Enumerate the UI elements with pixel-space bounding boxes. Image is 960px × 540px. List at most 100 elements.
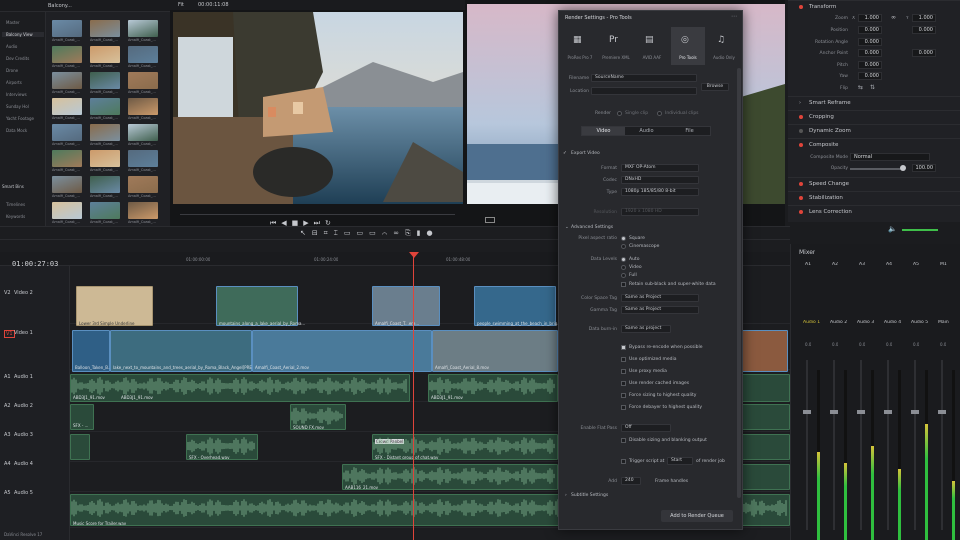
- codec-select[interactable]: DNxHD: [621, 176, 699, 184]
- bin-item-selected[interactable]: Balcony View: [2, 32, 44, 37]
- render-option-checkbox[interactable]: [621, 369, 626, 374]
- cinemascope-radio[interactable]: [621, 244, 626, 249]
- link-icon[interactable]: ∞: [891, 14, 896, 21]
- title-clip[interactable]: Lower 3rd Simple Underline: [76, 286, 153, 326]
- clip-thumbnail[interactable]: [128, 98, 158, 115]
- video-clip[interactable]: Amalfi_Coast_T...ere...: [372, 286, 440, 326]
- enabled-dot-icon[interactable]: [799, 143, 803, 147]
- video-radio[interactable]: [621, 265, 626, 270]
- filename-input[interactable]: SourceName: [591, 74, 697, 82]
- clip-thumbnail[interactable]: [90, 46, 120, 63]
- composite-mode-select[interactable]: Normal: [850, 153, 930, 161]
- inspector-dynamic-zoom[interactable]: Dynamic Zoom: [788, 124, 960, 136]
- preset-2[interactable]: ▤ AVID AAF: [635, 27, 669, 65]
- render-option-checkbox[interactable]: [621, 381, 626, 386]
- location-input[interactable]: [591, 87, 697, 95]
- flip-horizontal-icon[interactable]: ⇆: [858, 84, 863, 91]
- clip-thumbnail[interactable]: [90, 150, 120, 167]
- video-clip[interactable]: Amalfi_Coast_Aerial_8.mov: [432, 330, 558, 372]
- enabled-dot-icon[interactable]: [799, 210, 803, 214]
- volume-slider[interactable]: [902, 229, 938, 231]
- channel-fader[interactable]: [860, 360, 862, 530]
- preset-3[interactable]: ◎ Pro Tools: [671, 27, 705, 65]
- bin-item[interactable]: Airports: [6, 80, 22, 85]
- viewer-scrubber[interactable]: [180, 214, 455, 215]
- preset-0[interactable]: ▦ ProRes Pro 7: [563, 27, 597, 65]
- inspector-lens-correction[interactable]: Lens Correction: [788, 205, 960, 217]
- enabled-dot-icon[interactable]: [799, 115, 803, 119]
- data-burn-select[interactable]: Same as project: [621, 325, 671, 333]
- opacity-field[interactable]: 100.00: [912, 164, 936, 172]
- clip-thumbnail[interactable]: [52, 20, 82, 37]
- viewer2-safe-icon[interactable]: [485, 217, 495, 223]
- render-option-checkbox[interactable]: [621, 393, 626, 398]
- zoom-x-field[interactable]: 1.000: [858, 14, 882, 22]
- inspector-stabilization[interactable]: Stabilization: [788, 191, 960, 203]
- clip-thumbnail[interactable]: [90, 202, 120, 219]
- enabled-dot-icon[interactable]: [799, 196, 803, 200]
- channel-fader-handle[interactable]: [857, 410, 865, 414]
- trigger-script-checkbox[interactable]: [621, 459, 626, 464]
- auto-radio[interactable]: [621, 257, 626, 262]
- video-clip[interactable]: mountains_along_a_lake_aerial_by_Roma...: [216, 286, 305, 326]
- speaker-icon[interactable]: 🔈: [888, 225, 897, 233]
- clip-thumbnail[interactable]: [52, 202, 82, 219]
- enable-flat-pass-select[interactable]: Off: [621, 424, 671, 432]
- more-options-icon[interactable]: ⋯: [731, 13, 737, 20]
- clip-thumbnail[interactable]: [52, 150, 82, 167]
- playhead[interactable]: [413, 252, 414, 540]
- channel-fader-handle[interactable]: [911, 410, 919, 414]
- clip-thumbnail[interactable]: [90, 72, 120, 89]
- zoom-y-field[interactable]: 1.000: [912, 14, 936, 22]
- preset-1[interactable]: Pr Premiere XML: [599, 27, 633, 65]
- render-dialog-scrollbar[interactable]: [737, 68, 741, 498]
- clip-thumbnail[interactable]: [52, 72, 82, 89]
- trigger-when-select[interactable]: Start: [667, 457, 693, 465]
- enabled-dot-icon[interactable]: [799, 182, 803, 186]
- channel-fader[interactable]: [806, 360, 808, 530]
- rotation-field[interactable]: 0.000: [858, 38, 882, 46]
- inspector-smart-reframe[interactable]: › Smart Reframe: [788, 96, 960, 108]
- inspector-speed-change[interactable]: Speed Change: [788, 177, 960, 189]
- anchor-y-field[interactable]: 0.000: [912, 49, 936, 57]
- clip-thumbnail[interactable]: [128, 176, 158, 193]
- format-select[interactable]: MXF OP-Atom: [621, 164, 699, 172]
- channel-fader-handle[interactable]: [803, 410, 811, 414]
- channel-fader[interactable]: [914, 360, 916, 530]
- render-option-checkbox[interactable]: [621, 357, 626, 362]
- bin-item[interactable]: Drone: [6, 68, 18, 73]
- opacity-slider-handle[interactable]: [900, 165, 906, 171]
- position-y-field[interactable]: 0.000: [912, 26, 936, 34]
- video-clip[interactable]: Amalfi_Coast_Aerial_2.mov: [252, 330, 432, 372]
- clip-thumbnail[interactable]: [128, 46, 158, 63]
- video-clip[interactable]: people_swimming_at_the_beach_in_brig...: [474, 286, 561, 326]
- resolution-select[interactable]: 1920 x 1080 HD: [621, 208, 699, 216]
- flip-vertical-icon[interactable]: ⇅: [870, 84, 875, 91]
- inspector-cropping[interactable]: Cropping: [788, 110, 960, 122]
- smart-bin-item[interactable]: Timelines: [6, 202, 25, 207]
- disable-sizing-checkbox[interactable]: [621, 438, 626, 443]
- inspector-transform[interactable]: Transform: [788, 0, 960, 12]
- full-radio[interactable]: [621, 273, 626, 278]
- pitch-field[interactable]: 0.000: [858, 61, 882, 69]
- clip-thumbnail[interactable]: [128, 150, 158, 167]
- opacity-slider[interactable]: [850, 168, 902, 170]
- channel-fader[interactable]: [887, 360, 889, 530]
- clip-thumbnail[interactable]: [128, 72, 158, 89]
- clip-thumbnail[interactable]: [90, 176, 120, 193]
- bin-item[interactable]: Audio: [6, 44, 17, 49]
- position-x-field[interactable]: 0.000: [858, 26, 882, 34]
- tab-video[interactable]: Video: [582, 127, 625, 135]
- browse-button[interactable]: Browse: [701, 83, 729, 91]
- inspector-composite[interactable]: Composite: [788, 138, 960, 150]
- clip-thumbnail[interactable]: [90, 20, 120, 37]
- bin-item[interactable]: Interviews: [6, 92, 27, 97]
- viewer-fit[interactable]: Fit: [178, 2, 184, 8]
- preset-4[interactable]: ♫ Audio Only: [707, 27, 741, 65]
- clip-thumbnail[interactable]: [90, 98, 120, 115]
- video-clip[interactable]: [740, 330, 788, 372]
- clip-thumbnail[interactable]: [128, 124, 158, 141]
- retain-sub-black-checkbox[interactable]: [621, 282, 626, 287]
- bin-item[interactable]: Data Mock: [6, 128, 27, 133]
- bin-item[interactable]: Master: [6, 20, 20, 25]
